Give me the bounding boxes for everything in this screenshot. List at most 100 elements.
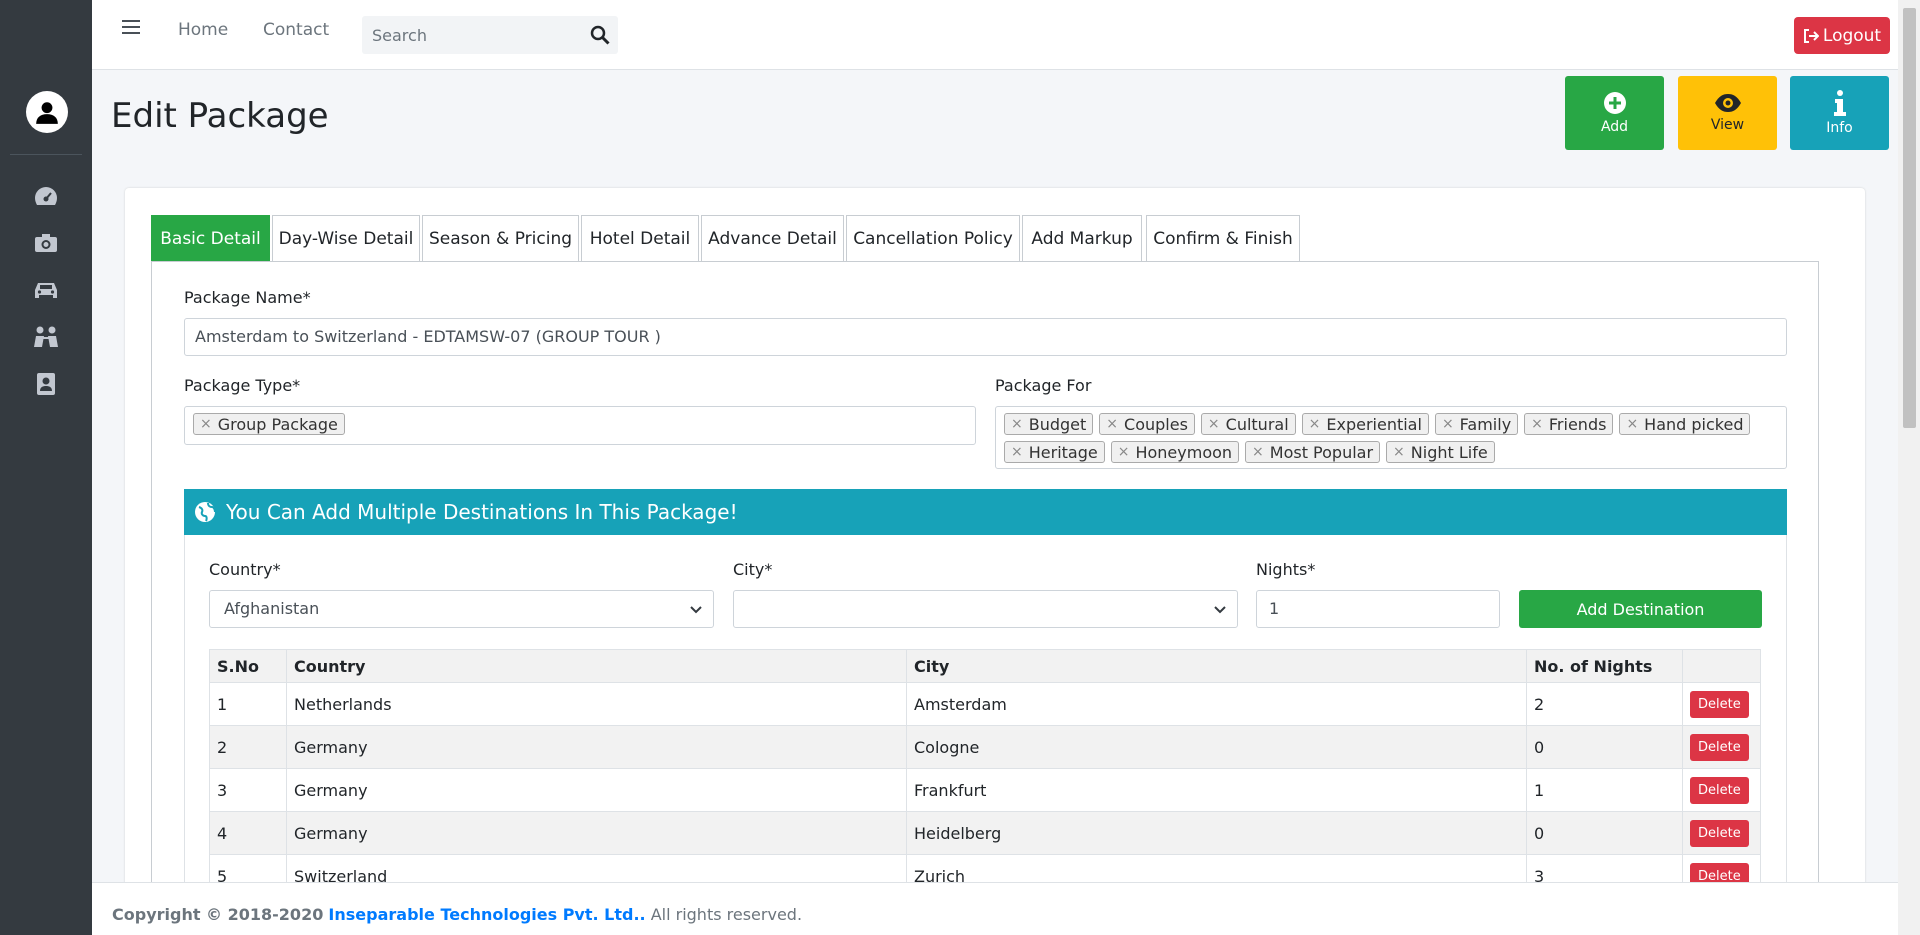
remove-tag-icon[interactable]: ×	[1626, 416, 1638, 432]
tab-day-wise-detail[interactable]: Day-Wise Detail	[272, 215, 420, 262]
nav-home-link[interactable]: Home	[178, 20, 228, 40]
table-row: 3 Germany Frankfurt 1 Delete	[209, 768, 1761, 812]
cell-nights: 2	[1526, 682, 1683, 726]
scrollbar-thumb[interactable]	[1903, 8, 1916, 428]
tag-chip: × Night Life	[1386, 441, 1495, 463]
search-input[interactable]	[362, 16, 574, 54]
tag-chip: × Group Package	[193, 413, 345, 435]
cell-sno: 4	[209, 811, 287, 855]
remove-tag-icon[interactable]: ×	[1531, 416, 1543, 432]
cell-city: Amsterdam	[906, 682, 1527, 726]
nights-label: Nights*	[1256, 560, 1316, 579]
tab-cancellation-policy[interactable]: Cancellation Policy	[846, 215, 1020, 262]
copyright-text: Copyright © 2018-2020	[112, 905, 324, 924]
add-destination-button[interactable]: Add Destination	[1519, 590, 1762, 628]
remove-tag-icon[interactable]: ×	[1309, 416, 1321, 432]
hamburger-menu-icon[interactable]	[122, 20, 140, 36]
tag-chip: × Family	[1434, 413, 1519, 435]
country-label: Country*	[209, 560, 281, 579]
cell-sno: 3	[209, 768, 287, 812]
tab-advance-detail[interactable]: Advance Detail	[701, 215, 844, 262]
country-select-value: Afghanistan	[224, 599, 320, 618]
remove-tag-icon[interactable]: ×	[1106, 416, 1118, 432]
package-name-input[interactable]: Amsterdam to Switzerland - EDTAMSW-07 (G…	[184, 318, 1787, 356]
dashboard-icon[interactable]	[31, 182, 61, 210]
company-link[interactable]: Inseparable Technologies Pvt. Ltd..	[328, 905, 645, 924]
remove-tag-icon[interactable]: ×	[1208, 416, 1220, 432]
package-name-value: Amsterdam to Switzerland - EDTAMSW-07 (G…	[195, 327, 661, 346]
cell-sno: 1	[209, 682, 287, 726]
add-button-label: Add	[1600, 119, 1629, 135]
city-select[interactable]	[733, 590, 1238, 628]
delete-button[interactable]: Delete	[1690, 819, 1749, 847]
cell-nights: 0	[1526, 725, 1683, 769]
sidebar-divider	[10, 154, 82, 155]
nav-contact-link[interactable]: Contact	[263, 20, 329, 40]
table-header-row: S.No Country City No. of Nights	[209, 649, 1761, 683]
contact-book-icon[interactable]	[31, 370, 61, 398]
tag-chip: × Hand picked	[1619, 413, 1751, 435]
remove-tag-icon[interactable]: ×	[1252, 444, 1264, 460]
table-row: 2 Germany Cologne 0 Delete	[209, 725, 1761, 769]
page-title: Edit Package	[111, 96, 329, 136]
sidebar	[0, 0, 92, 935]
nights-input-value: 1	[1269, 599, 1280, 618]
delete-button[interactable]: Delete	[1690, 733, 1749, 761]
tag-chip: × Experiential	[1301, 413, 1429, 435]
column-header: No. of Nights	[1526, 649, 1683, 683]
package-type-label: Package Type*	[184, 376, 301, 395]
tag-chip: × Cultural	[1200, 413, 1296, 435]
user-icon	[36, 102, 58, 124]
package-for-select[interactable]: × Budget × Couples × Cultural × Experiential…	[995, 406, 1787, 469]
cell-actions: Delete	[1682, 682, 1761, 726]
eye-icon	[1714, 94, 1741, 112]
package-type-select[interactable]: × Group Package	[184, 406, 976, 445]
cell-actions: Delete	[1682, 768, 1761, 812]
destinations-header-text: You Can Add Multiple Destinations In Thi…	[226, 500, 738, 524]
remove-tag-icon[interactable]: ×	[200, 416, 212, 432]
logout-button[interactable]: Logout	[1794, 17, 1890, 54]
country-select[interactable]: Afghanistan	[209, 590, 714, 628]
chevron-down-icon	[1214, 606, 1226, 614]
tab-add-markup[interactable]: Add Markup	[1022, 215, 1142, 262]
camera-icon[interactable]	[31, 229, 61, 257]
remove-tag-icon[interactable]: ×	[1011, 444, 1023, 460]
cell-country: Germany	[286, 768, 907, 812]
remove-tag-icon[interactable]: ×	[1393, 444, 1405, 460]
tag-chip: × Friends	[1524, 413, 1614, 435]
tab-confirm-finish[interactable]: Confirm & Finish	[1146, 215, 1300, 262]
delete-button[interactable]: Delete	[1690, 776, 1749, 804]
search-box	[362, 16, 618, 54]
tab-basic-detail[interactable]: Basic Detail	[151, 215, 270, 262]
footer: Copyright © 2018-2020 Inseparable Techno…	[92, 882, 1898, 935]
column-header: City	[906, 649, 1527, 683]
column-header	[1682, 649, 1761, 683]
tab-season-pricing[interactable]: Season & Pricing	[422, 215, 579, 262]
package-name-label: Package Name*	[184, 288, 311, 307]
remove-tag-icon[interactable]: ×	[1011, 416, 1023, 432]
rights-text: All rights reserved.	[650, 905, 803, 924]
cell-country: Germany	[286, 725, 907, 769]
tag-chip: × Honeymoon	[1110, 441, 1240, 463]
info-icon	[1833, 90, 1846, 116]
cell-actions: Delete	[1682, 725, 1761, 769]
delete-button[interactable]: Delete	[1690, 690, 1749, 718]
nights-input[interactable]: 1	[1256, 590, 1500, 628]
people-icon[interactable]	[31, 323, 61, 351]
add-button[interactable]: Add	[1565, 76, 1664, 150]
view-button[interactable]: View	[1678, 76, 1777, 150]
tab-hotel-detail[interactable]: Hotel Detail	[581, 215, 699, 262]
car-icon[interactable]	[31, 276, 61, 304]
info-button[interactable]: Info	[1790, 76, 1889, 150]
search-icon[interactable]	[590, 25, 610, 45]
package-for-label: Package For	[995, 376, 1092, 395]
globe-icon	[195, 502, 216, 522]
user-avatar[interactable]	[26, 91, 68, 133]
column-header: S.No	[209, 649, 287, 683]
destinations-table: S.No Country City No. of Nights 1 Nether…	[209, 649, 1761, 898]
remove-tag-icon[interactable]: ×	[1442, 416, 1454, 432]
table-row: 4 Germany Heidelberg 0 Delete	[209, 811, 1761, 855]
destinations-header: You Can Add Multiple Destinations In Thi…	[184, 489, 1787, 535]
cell-nights: 1	[1526, 768, 1683, 812]
remove-tag-icon[interactable]: ×	[1118, 444, 1130, 460]
